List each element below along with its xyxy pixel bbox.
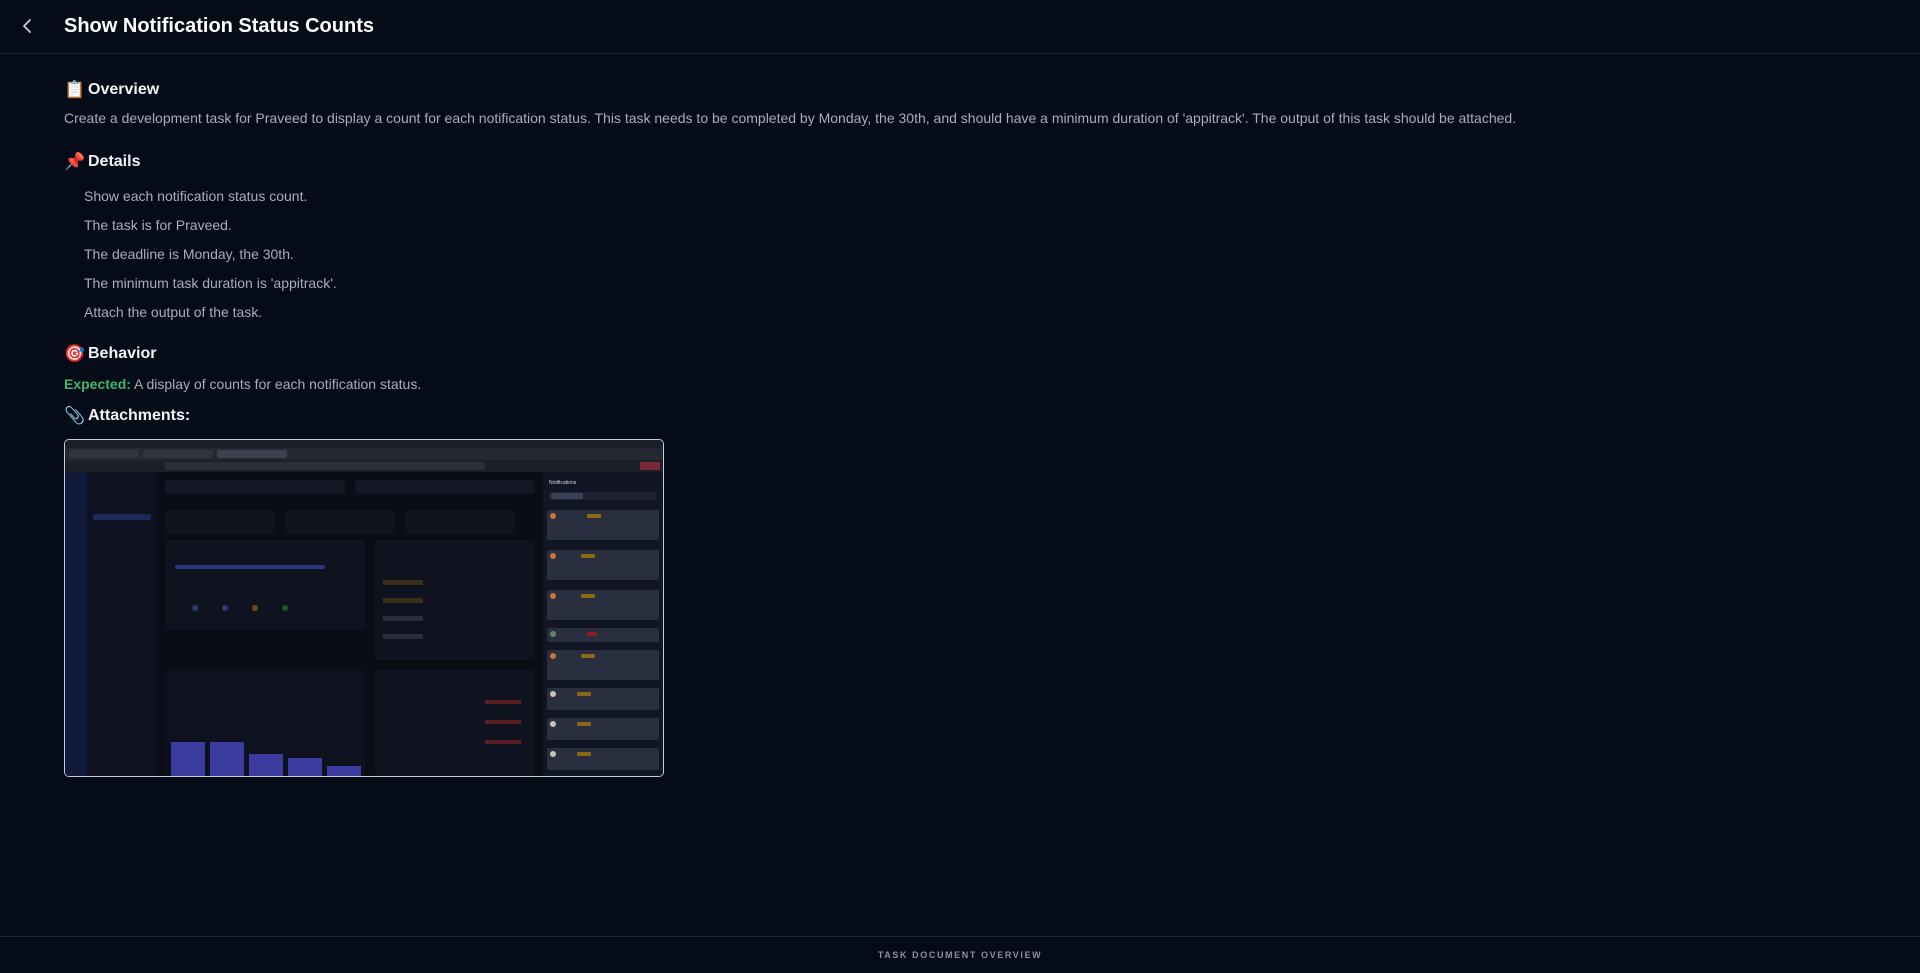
target-icon: 🎯 (64, 344, 86, 363)
top-bar: Show Notification Status Counts (0, 0, 1920, 54)
attachment-screenshot-image: Notifications (65, 440, 663, 776)
details-list: Show each notification status count. The… (64, 186, 1864, 322)
back-button[interactable] (18, 14, 38, 38)
overview-text: Create a development task for Praveed to… (64, 110, 1517, 126)
paperclip-icon: 📎 (64, 406, 86, 425)
footer: TASK DOCUMENT OVERVIEW (0, 936, 1920, 973)
footer-label: TASK DOCUMENT OVERVIEW (877, 950, 1043, 960)
expected-behavior: Expected: A display of counts for each n… (64, 374, 1864, 394)
list-item: The minimum task duration is 'appitrack'… (84, 275, 337, 291)
chevron-left-icon (23, 19, 31, 33)
attachment-screenshot[interactable]: Notifications (64, 439, 664, 777)
list-item: Attach the output of the task. (84, 304, 263, 320)
behavior-heading: 🎯 Behavior (64, 342, 1864, 366)
clipboard-icon: 📋 (64, 80, 86, 99)
details-heading-label: Details (88, 153, 141, 170)
list-item: The deadline is Monday, the 30th. (84, 246, 294, 262)
overview-heading: 📋 Overview (64, 78, 1864, 102)
attachments-heading: 📎 Attachments: (64, 404, 1864, 428)
overview-heading-label: Overview (88, 81, 160, 98)
attachments-heading-label: Attachments: (88, 407, 191, 424)
list-item: The task is for Praveed. (84, 217, 232, 233)
list-item: Show each notification status count. (84, 188, 308, 204)
task-document: 📋 Overview Create a development task for… (64, 78, 1864, 777)
pushpin-icon: 📌 (64, 152, 86, 171)
notifications-panel-title: Notifications (549, 480, 577, 486)
details-heading: 📌 Details (64, 150, 1864, 174)
expected-text: A display of counts for each notificatio… (134, 376, 422, 392)
page-title: Show Notification Status Counts (64, 15, 374, 37)
behavior-heading-label: Behavior (88, 345, 157, 362)
expected-label: Expected: (64, 376, 131, 392)
